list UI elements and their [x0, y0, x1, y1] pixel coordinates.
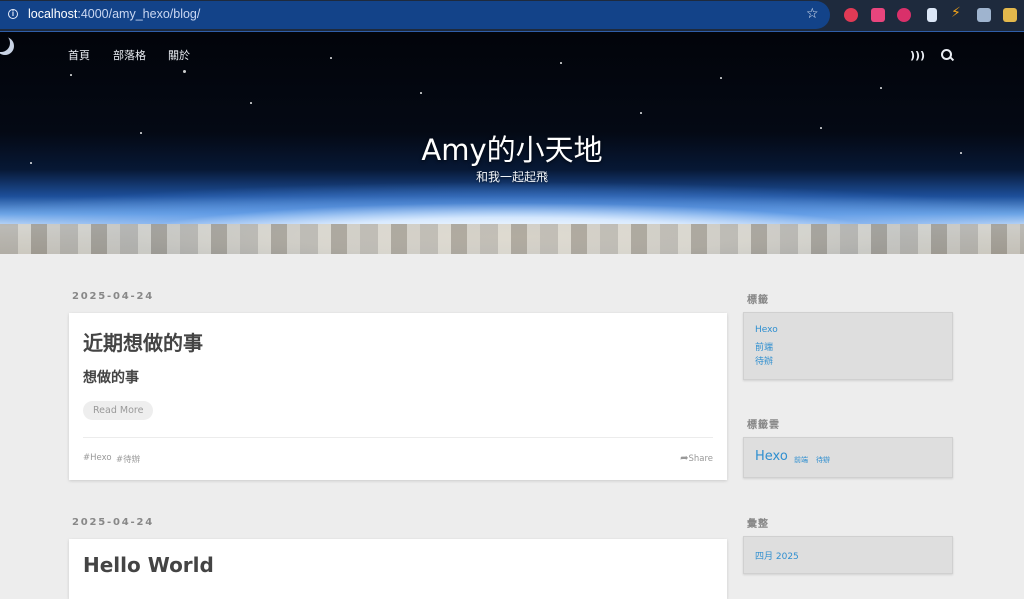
sidebar-cloud-title: 標籤雲	[747, 420, 780, 431]
post-card: Hello World	[69, 539, 727, 599]
extension-icon[interactable]	[871, 8, 885, 22]
star-decoration	[183, 70, 186, 73]
tag-cloud-link[interactable]: 前端	[794, 455, 808, 465]
site-info-icon[interactable]: i	[8, 9, 18, 19]
post-tag[interactable]: #待辦	[116, 453, 140, 465]
extension-icon[interactable]	[1003, 8, 1017, 22]
camera-extension-icon[interactable]	[977, 8, 991, 22]
sidebar-archive-title: 彙整	[747, 519, 769, 530]
star-decoration	[720, 77, 722, 79]
address-bar[interactable]: i localhost:4000/amy_hexo/blog/ ☆	[0, 1, 830, 29]
star-decoration	[330, 57, 332, 59]
moon-decoration	[0, 34, 10, 52]
lightning-extension-icon[interactable]: ⚡	[951, 5, 965, 21]
divider	[83, 437, 713, 438]
post-heading: 想做的事	[83, 370, 139, 386]
tags-widget: Hexo 前端 待辦	[743, 312, 953, 380]
post-tag[interactable]: #Hexo	[83, 453, 112, 463]
extension-icon[interactable]	[927, 8, 937, 22]
star-decoration	[250, 102, 252, 104]
post-title[interactable]: 近期想做的事	[83, 327, 203, 356]
sidebar-tags-title: 標籤	[747, 295, 769, 306]
archive-widget: 四月 2025	[743, 536, 953, 574]
star-decoration	[560, 62, 562, 64]
url-text[interactable]: localhost:4000/amy_hexo/blog/	[28, 7, 200, 21]
nav-item-home[interactable]: 首頁	[68, 47, 90, 63]
extension-icon[interactable]	[844, 8, 858, 22]
nav-item-blog[interactable]: 部落格	[113, 47, 146, 63]
post-date: 2025-04-24	[72, 517, 154, 528]
share-button[interactable]: ➦Share	[680, 453, 713, 464]
tag-cloud-link[interactable]: 待辦	[816, 455, 830, 465]
tag-link[interactable]: 前端	[755, 340, 773, 353]
post-card: 近期想做的事 想做的事 Read More #Hexo #待辦 ➦Share	[69, 313, 727, 480]
browser-toolbar: i localhost:4000/amy_hexo/blog/ ☆ ⚡	[0, 0, 1024, 32]
earth-horizon	[0, 224, 1024, 254]
star-decoration	[640, 112, 642, 114]
rss-icon[interactable]: )))	[910, 49, 925, 62]
tag-link[interactable]: 待辦	[755, 354, 773, 367]
read-more-button[interactable]: Read More	[83, 401, 154, 420]
search-icon[interactable]	[941, 49, 952, 60]
tag-cloud-widget: Hexo 前端 待辦	[743, 437, 953, 478]
post-date: 2025-04-24	[72, 291, 154, 302]
site-title: Amy的小天地	[421, 133, 603, 167]
bookmark-star-icon[interactable]: ☆	[806, 6, 819, 22]
site-subtitle: 和我一起起飛	[475, 170, 548, 184]
star-decoration	[420, 92, 422, 94]
hero-header: 首頁 部落格 關於 ))) Amy的小天地 和我一起起飛	[0, 32, 1024, 254]
nav-item-about[interactable]: 關於	[168, 47, 190, 63]
star-decoration	[70, 74, 72, 76]
post-title[interactable]: Hello World	[83, 553, 214, 577]
star-decoration	[880, 87, 882, 89]
archive-link[interactable]: 四月 2025	[755, 549, 799, 562]
tag-link[interactable]: Hexo	[755, 325, 778, 335]
extension-icon[interactable]	[897, 8, 911, 22]
tag-cloud-link[interactable]: Hexo	[755, 449, 788, 464]
